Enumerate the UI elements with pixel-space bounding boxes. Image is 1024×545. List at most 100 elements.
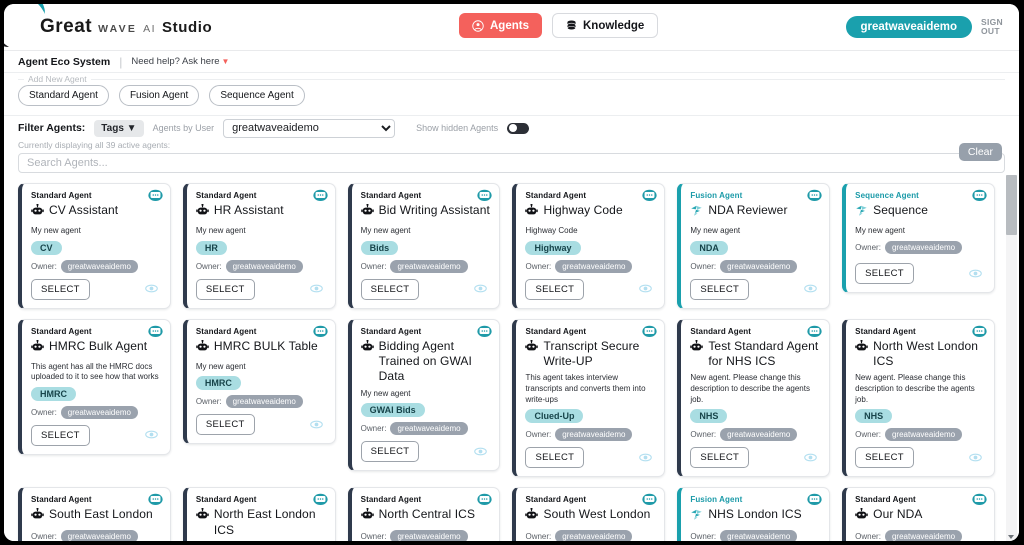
agent-select-button[interactable]: SELECT <box>31 278 90 300</box>
help-link[interactable]: Need help? Ask here ▼ <box>131 56 229 67</box>
add-standard-agent-button[interactable]: Standard Agent <box>18 85 109 106</box>
agent-card-menu-button[interactable] <box>807 493 822 506</box>
user-account-pill[interactable]: greatwaveaidemo <box>845 16 973 38</box>
agent-card-menu-button[interactable] <box>807 325 822 338</box>
preview-eye-icon[interactable] <box>309 284 323 293</box>
agent-card-menu-button[interactable] <box>477 325 493 338</box>
agent-card-menu-button[interactable] <box>313 325 328 338</box>
agent-card-tag[interactable]: NHS <box>855 409 893 424</box>
clear-button[interactable]: Clear <box>958 143 1002 161</box>
show-hidden-agents-toggle[interactable] <box>507 122 530 134</box>
agent-card[interactable]: Standard Agent South West London Owner: gre… <box>512 487 666 541</box>
agent-select-button[interactable]: SELECT <box>855 447 914 469</box>
agent-select-button[interactable]: SELECT <box>690 278 750 300</box>
preview-eye-icon[interactable] <box>639 453 653 462</box>
agent-card-tag[interactable]: Bids <box>360 240 399 255</box>
preview-eye-icon[interactable] <box>639 284 653 293</box>
agent-card-menu-button[interactable] <box>642 325 657 338</box>
agent-card-menu-button[interactable] <box>972 325 987 338</box>
agent-card[interactable]: Standard Agent HR Assistant My new agent HR… <box>182 183 336 309</box>
card-menu-icon[interactable] <box>148 189 163 202</box>
preview-eye-icon[interactable] <box>969 269 982 278</box>
card-menu-icon[interactable] <box>972 189 987 202</box>
card-menu-icon[interactable] <box>313 325 328 338</box>
agent-card-tag[interactable]: GWAI Bids <box>360 403 425 418</box>
card-menu-icon[interactable] <box>148 493 163 506</box>
agent-select-button[interactable]: SELECT <box>195 278 255 300</box>
preview-eye-icon[interactable] <box>474 447 488 456</box>
card-menu-icon[interactable] <box>972 325 987 338</box>
agent-visibility-toggle[interactable] <box>474 280 488 298</box>
agent-card-tag[interactable]: HMRC <box>195 376 241 391</box>
agent-select-button[interactable]: SELECT <box>195 414 255 436</box>
preview-eye-icon[interactable] <box>145 284 158 293</box>
agent-card-menu-button[interactable] <box>477 189 493 202</box>
add-sequence-agent-button[interactable]: Sequence Agent <box>209 85 305 106</box>
agent-card[interactable]: Standard Agent Highway Code Highway Code Hi… <box>512 183 666 309</box>
vertical-scrollbar[interactable] <box>1006 175 1017 541</box>
agent-select-button[interactable]: SELECT <box>525 447 585 469</box>
agent-visibility-toggle[interactable] <box>309 416 323 434</box>
agent-visibility-toggle[interactable] <box>804 449 817 467</box>
card-menu-icon[interactable] <box>642 493 657 506</box>
card-menu-icon[interactable] <box>313 493 328 506</box>
agent-card[interactable]: Standard AgentNorth East London ICSOwner… <box>182 487 336 541</box>
agent-card-menu-button[interactable] <box>642 189 657 202</box>
agent-card[interactable]: Standard Agent South East London Owner: gre… <box>18 487 171 541</box>
agent-card[interactable]: Sequence Agent Sequence My new agent Owner:… <box>842 183 995 293</box>
agent-visibility-toggle[interactable] <box>474 443 488 461</box>
agent-visibility-toggle[interactable] <box>639 449 653 467</box>
agent-card[interactable]: Fusion Agent NHS London ICS Owner: greatwav… <box>677 487 831 541</box>
agent-card[interactable]: Fusion Agent NDA Reviewer My new agent NDA O… <box>677 183 831 309</box>
agent-card[interactable]: Standard Agent Test Standard Agent for NH… <box>677 318 831 478</box>
card-menu-icon[interactable] <box>477 493 493 506</box>
agent-select-button[interactable]: SELECT <box>525 278 585 300</box>
sign-out-button[interactable]: SIGN OUT <box>981 18 1003 36</box>
preview-eye-icon[interactable] <box>804 284 817 293</box>
agent-card[interactable]: Standard Agent HMRC BULK Table My new agen… <box>182 318 336 445</box>
agent-card-menu-button[interactable] <box>313 493 328 506</box>
agent-card-tag[interactable]: NDA <box>690 240 728 255</box>
agent-card[interactable]: Standard Agent North Central ICS Owner: gre… <box>347 487 501 541</box>
add-fusion-agent-button[interactable]: Fusion Agent <box>118 85 200 106</box>
agent-visibility-toggle[interactable] <box>639 280 653 298</box>
agent-card[interactable]: Standard Agent HMRC Bulk Agent This agent … <box>18 318 171 455</box>
scrollbar-thumb[interactable] <box>1006 175 1017 235</box>
agent-card-menu-button[interactable] <box>148 493 163 506</box>
agent-select-button[interactable]: SELECT <box>690 447 750 469</box>
agent-card[interactable]: Standard Agent Transcript Secure Write-UP… <box>512 318 666 478</box>
agent-card-tag[interactable]: HMRC <box>31 386 76 401</box>
card-menu-icon[interactable] <box>477 325 493 338</box>
card-menu-icon[interactable] <box>313 189 328 202</box>
agent-card-menu-button[interactable] <box>313 189 328 202</box>
agent-card[interactable]: Standard Agent CV Assistant My new agent CV… <box>18 183 171 309</box>
agent-visibility-toggle[interactable] <box>145 280 158 298</box>
agent-card-tag[interactable]: HR <box>195 240 227 255</box>
agent-select-button[interactable]: SELECT <box>360 278 420 300</box>
agent-visibility-toggle[interactable] <box>804 280 817 298</box>
agent-card-tag[interactable]: Clued-Up <box>525 409 584 424</box>
agent-card-menu-button[interactable] <box>807 189 822 202</box>
agent-visibility-toggle[interactable] <box>145 426 158 444</box>
agent-visibility-toggle[interactable] <box>969 449 982 467</box>
agent-card-menu-button[interactable] <box>148 325 163 338</box>
agent-card-tag[interactable]: NHS <box>690 409 728 424</box>
search-input[interactable] <box>18 153 1005 173</box>
nav-tab-knowledge[interactable]: Knowledge <box>551 13 659 38</box>
card-menu-icon[interactable] <box>642 189 657 202</box>
agent-visibility-toggle[interactable] <box>309 280 323 298</box>
agent-card-tag[interactable]: Highway <box>525 240 581 255</box>
preview-eye-icon[interactable] <box>804 453 817 462</box>
preview-eye-icon[interactable] <box>145 430 158 439</box>
agent-card[interactable]: Standard Agent Bid Writing Assistant My ne… <box>347 183 501 309</box>
agent-card-menu-button[interactable] <box>477 493 493 506</box>
scroll-down-arrow-icon[interactable] <box>1008 535 1014 539</box>
card-menu-icon[interactable] <box>477 189 493 202</box>
agent-card-menu-button[interactable] <box>972 189 987 202</box>
agent-card-menu-button[interactable] <box>972 493 987 506</box>
preview-eye-icon[interactable] <box>474 284 488 293</box>
preview-eye-icon[interactable] <box>309 420 323 429</box>
card-menu-icon[interactable] <box>972 493 987 506</box>
card-menu-icon[interactable] <box>642 325 657 338</box>
agent-select-button[interactable]: SELECT <box>31 424 90 446</box>
